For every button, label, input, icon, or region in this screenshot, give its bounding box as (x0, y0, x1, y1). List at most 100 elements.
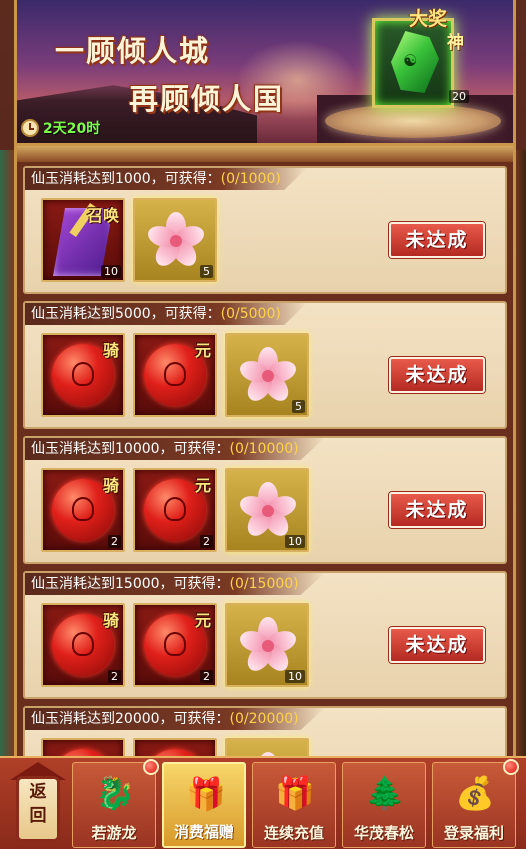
reward-item-spirit-orb[interactable]: 元 (133, 333, 217, 417)
orb-emblem-icon (164, 497, 186, 521)
item-tag: 元 (194, 476, 211, 495)
back-button[interactable]: 返回 (4, 758, 70, 849)
reward-item-spirit-orb[interactable] (133, 738, 217, 756)
reward-item-mount-orb[interactable]: 骑 (41, 333, 125, 417)
orb-emblem-icon (72, 497, 94, 521)
not-achieved-button[interactable]: 未达成 (389, 627, 485, 663)
cherry-blossom-icon (237, 482, 299, 541)
orb-emblem-icon (164, 362, 186, 386)
lucky-bag-icon: 💰 (455, 774, 495, 812)
banner-title-line1: 一顾倾人城 (55, 34, 211, 68)
not-achieved-button[interactable]: 未达成 (389, 222, 485, 258)
task-title: 仙玉消耗达到1000，可获得： (31, 171, 221, 187)
item-count: 2 (200, 535, 213, 548)
reward-task-list: 仙玉消耗达到1000，可获得：(0/1000) 召唤 10 5 未达成 仙玉消耗达到500… (23, 166, 507, 756)
task-requirement: 仙玉消耗达到5000，可获得：(0/5000) (25, 303, 307, 325)
reward-item-cherry-blossom[interactable] (225, 738, 309, 756)
reward-item-cherry-blossom[interactable]: 10 (225, 468, 309, 552)
item-count: 5 (292, 400, 305, 413)
orb-emblem-icon (72, 362, 94, 386)
consume-reward-window: 一顾倾人城 再顾倾人国 2天20时 ☯ 大奖 神 20 仙玉消耗达到1000，可… (0, 0, 526, 849)
bottom-tab-bar: 返回 🐉 若游龙 🎁 消费福赠 🎁 连续充值 🌲 华茂春松 💰 登录福利 (0, 756, 526, 849)
grand-prize-item[interactable]: ☯ (372, 18, 454, 108)
item-tag: 元 (194, 341, 211, 360)
cherry-blossom-icon (237, 347, 299, 406)
item-count: 2 (108, 670, 121, 683)
item-tag: 骑 (102, 611, 119, 630)
grand-prize-count: 20 (449, 90, 469, 103)
item-count: 10 (101, 265, 121, 278)
task-title: 仙玉消耗达到5000，可获得： (31, 306, 221, 322)
tab-gift-pack[interactable]: 🎁 连续充值 (252, 762, 336, 848)
tab-dragon[interactable]: 🐉 若游龙 (72, 759, 159, 848)
tab-pine-tree[interactable]: 🌲 华茂春松 (342, 762, 426, 848)
tab-lucky-bag[interactable]: 💰 登录福利 (432, 759, 519, 848)
item-count: 5 (200, 265, 213, 278)
item-tag: 骑 (102, 476, 119, 495)
tab-gift-box[interactable]: 🎁 消费福赠 (162, 762, 246, 848)
banner-title-line2: 再顾倾人国 (129, 82, 285, 116)
task-progress: (0/5000) (220, 306, 281, 322)
item-count: 10 (285, 535, 305, 548)
reward-list-panel[interactable]: 仙玉消耗达到1000，可获得：(0/1000) 召唤 10 5 未达成 仙玉消耗达到500… (14, 146, 516, 756)
reward-item-cherry-blossom[interactable]: 5 (225, 333, 309, 417)
gem-emblem-icon: ☯ (403, 51, 418, 70)
clock-icon (21, 119, 39, 137)
blossom-core (170, 235, 182, 247)
item-count: 2 (200, 670, 213, 683)
grand-prize-label: 大奖 (409, 8, 448, 30)
blossom-core (262, 370, 274, 382)
reward-item-mount-orb[interactable]: 骑2 (41, 603, 125, 687)
reward-item-mount-orb[interactable]: 骑2 (41, 468, 125, 552)
blossom-core (262, 505, 274, 517)
pine-tree-icon: 🌲 (365, 774, 405, 812)
orb-emblem-icon (164, 632, 186, 656)
mount-orb-icon (52, 749, 114, 756)
reward-task-row: 仙玉消耗达到10000，可获得：(0/10000) 骑 2 元 2 10 未达成 (23, 436, 507, 564)
cherry-blossom-icon (237, 617, 299, 676)
task-progress: (0/15000) (229, 576, 299, 592)
tab-list: 🐉 若游龙 🎁 消费福赠 🎁 连续充值 🌲 华茂春松 💰 登录福利 (72, 758, 522, 849)
gift-pack-icon: 🎁 (275, 774, 315, 812)
back-label: 返回 (29, 782, 47, 826)
reward-item-cherry-blossom[interactable]: 5 (133, 198, 217, 282)
task-requirement: 仙玉消耗达到10000，可获得：(0/10000) (25, 438, 325, 460)
reward-task-row: 仙玉消耗达到1000，可获得：(0/1000) 召唤 10 5 未达成 (23, 166, 507, 294)
task-progress: (0/1000) (220, 171, 281, 187)
reward-task-row: 仙玉消耗达到20000，可获得：(0/20000)未达成 (23, 706, 507, 756)
reward-items (41, 738, 309, 756)
task-title: 仙玉消耗达到10000，可获得： (31, 441, 230, 457)
panel-top-trim (17, 146, 513, 162)
item-tag: 骑 (102, 341, 119, 360)
left-border-decoration (0, 150, 14, 760)
reward-item-cherry-blossom[interactable]: 10 (225, 603, 309, 687)
not-achieved-button[interactable]: 未达成 (389, 357, 485, 393)
timer-text: 2天20时 (43, 121, 101, 137)
reward-item-spirit-orb[interactable]: 元2 (133, 468, 217, 552)
blossom-core (262, 640, 274, 652)
tab-label: 登录福利 (443, 824, 504, 842)
reward-task-row: 仙玉消耗达到15000，可获得：(0/15000) 骑 2 元 2 10 未达成 (23, 571, 507, 699)
reward-items: 骑 2 元 2 10 (41, 468, 309, 552)
task-title: 仙玉消耗达到20000，可获得： (31, 711, 230, 727)
cherry-blossom-icon (145, 212, 207, 271)
event-banner: 一顾倾人城 再顾倾人国 2天20时 ☯ 大奖 神 20 (14, 0, 516, 146)
reward-items: 骑 元 5 (41, 333, 309, 417)
reward-item-mount-orb[interactable] (41, 738, 125, 756)
task-requirement: 仙玉消耗达到1000，可获得：(0/1000) (25, 168, 307, 190)
orb-emblem-icon (72, 632, 94, 656)
event-timer: 2天20时 (21, 118, 100, 138)
tab-label: 连续充值 (263, 824, 324, 842)
reward-item-summon-scroll[interactable]: 召唤 10 (41, 198, 125, 282)
reward-item-spirit-orb[interactable]: 元2 (133, 603, 217, 687)
item-count: 2 (108, 535, 121, 548)
reward-items: 召唤 10 5 (41, 198, 217, 282)
task-progress: (0/20000) (229, 711, 299, 727)
not-achieved-button[interactable]: 未达成 (389, 492, 485, 528)
task-requirement: 仙玉消耗达到15000，可获得：(0/15000) (25, 573, 325, 595)
notification-dot (503, 759, 519, 775)
task-requirement: 仙玉消耗达到20000，可获得：(0/20000) (25, 708, 325, 730)
reward-task-row: 仙玉消耗达到5000，可获得：(0/5000) 骑 元 5 未达成 (23, 301, 507, 429)
tab-label: 消费福赠 (173, 823, 234, 841)
gift-box-icon: 🎁 (186, 775, 226, 813)
